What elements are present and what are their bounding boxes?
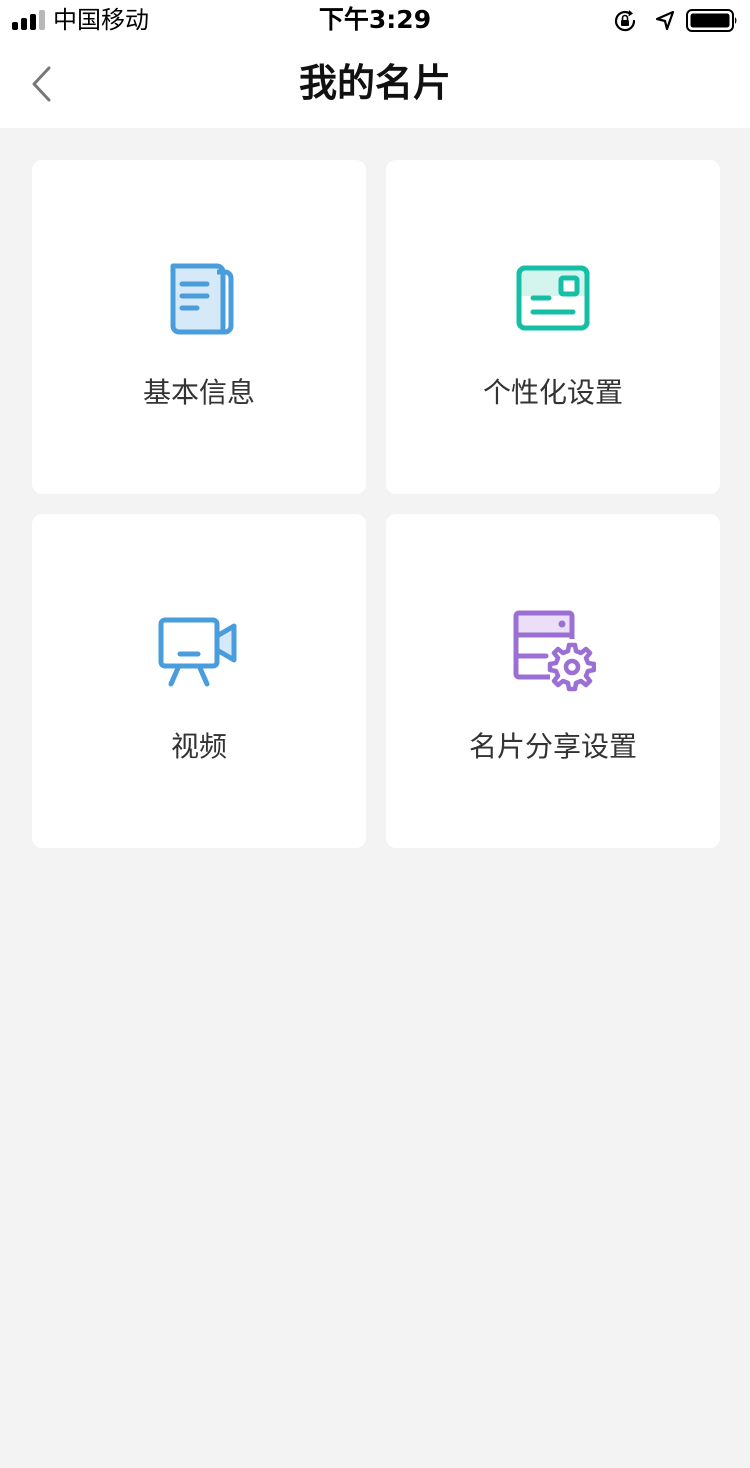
location-arrow-icon	[655, 10, 675, 31]
orientation-lock-icon	[614, 10, 636, 32]
card-share-settings[interactable]: 名片分享设置	[386, 514, 720, 848]
card-label: 名片分享设置	[468, 730, 637, 763]
id-card-icon	[516, 265, 590, 331]
battery-icon	[686, 9, 737, 32]
card-label: 个性化设置	[482, 376, 623, 409]
video-camera-icon	[158, 617, 237, 687]
card-personalization[interactable]: 个性化设置	[386, 160, 720, 494]
document-icon	[170, 263, 234, 335]
navigation-bar: 我的名片	[0, 40, 750, 128]
card-grid: 基本信息 个性化设置 视频 名片分享设置	[32, 160, 720, 848]
status-icons	[612, 8, 738, 34]
status-bar: 中国移动 下午3:29	[0, 0, 750, 40]
card-video[interactable]: 视频	[32, 514, 366, 848]
card-label: 基本信息	[142, 376, 255, 409]
chevron-left-icon	[32, 66, 51, 102]
card-label: 视频	[170, 730, 227, 763]
back-button[interactable]	[18, 60, 64, 108]
page-title: 我的名片	[298, 61, 451, 105]
server-settings-icon	[513, 610, 596, 692]
card-basic-info[interactable]: 基本信息	[32, 160, 366, 494]
